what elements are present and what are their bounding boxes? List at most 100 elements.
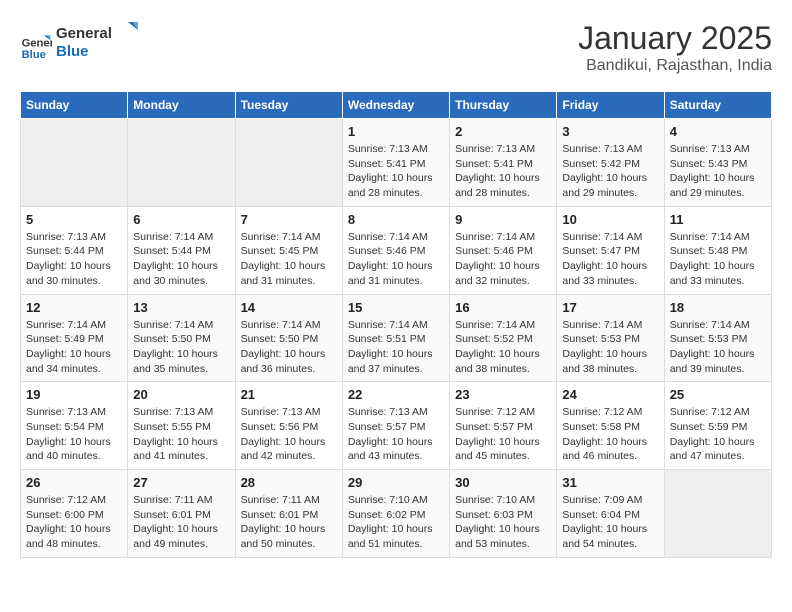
day-info: Sunrise: 7:13 AMSunset: 5:41 PMDaylight:…: [455, 142, 551, 201]
day-number: 28: [241, 475, 337, 490]
calendar-cell: [21, 119, 128, 207]
calendar-cell: 12 Sunrise: 7:14 AMSunset: 5:49 PMDayligh…: [21, 294, 128, 382]
day-info: Sunrise: 7:12 AMSunset: 5:57 PMDaylight:…: [455, 405, 551, 464]
logo: General Blue General Blue: [20, 20, 146, 69]
weekday-header-tuesday: Tuesday: [235, 92, 342, 119]
week-row-3: 12 Sunrise: 7:14 AMSunset: 5:49 PMDayligh…: [21, 294, 772, 382]
day-number: 26: [26, 475, 122, 490]
calendar-cell: 21Sunrise: 7:13 AMSunset: 5:56 PMDayligh…: [235, 382, 342, 470]
day-info: Sunrise: 7:12 AMSunset: 5:59 PMDaylight:…: [670, 405, 766, 464]
calendar-cell: 6 Sunrise: 7:14 AMSunset: 5:44 PMDaylight…: [128, 206, 235, 294]
day-number: 5: [26, 212, 122, 227]
day-info: Sunrise: 7:14 AMSunset: 5:50 PMDaylight:…: [241, 318, 337, 377]
calendar-cell: 1Sunrise: 7:13 AMSunset: 5:41 PMDaylight…: [342, 119, 449, 207]
day-info: Sunrise: 7:10 AMSunset: 6:02 PMDaylight:…: [348, 493, 444, 552]
day-info: Sunrise: 7:12 AMSunset: 6:00 PMDaylight:…: [26, 493, 122, 552]
day-info: Sunrise: 7:13 AMSunset: 5:43 PMDaylight:…: [670, 142, 766, 201]
calendar-cell: 23 Sunrise: 7:12 AMSunset: 5:57 PMDayligh…: [450, 382, 557, 470]
calendar-cell: 24 Sunrise: 7:12 AMSunset: 5:58 PMDayligh…: [557, 382, 664, 470]
day-number: 19: [26, 387, 122, 402]
day-number: 9: [455, 212, 551, 227]
day-info: Sunrise: 7:14 AMSunset: 5:49 PMDaylight:…: [26, 318, 122, 377]
calendar-table: SundayMondayTuesdayWednesdayThursdayFrid…: [20, 91, 772, 558]
day-info: Sunrise: 7:13 AMSunset: 5:55 PMDaylight:…: [133, 405, 229, 464]
calendar-cell: [664, 470, 771, 558]
day-number: 29: [348, 475, 444, 490]
day-number: 7: [241, 212, 337, 227]
day-number: 27: [133, 475, 229, 490]
day-number: 23: [455, 387, 551, 402]
calendar-cell: 22 Sunrise: 7:13 AMSunset: 5:57 PMDayligh…: [342, 382, 449, 470]
calendar-cell: 16 Sunrise: 7:14 AMSunset: 5:52 PMDayligh…: [450, 294, 557, 382]
day-number: 13: [133, 300, 229, 315]
day-number: 10: [562, 212, 658, 227]
day-info: Sunrise: 7:13 AMSunset: 5:57 PMDaylight:…: [348, 405, 444, 464]
day-info: Sunrise: 7:11 AMSunset: 6:01 PMDaylight:…: [241, 493, 337, 552]
day-info: Sunrise: 7:14 AMSunset: 5:53 PMDaylight:…: [562, 318, 658, 377]
day-number: 22: [348, 387, 444, 402]
calendar-cell: 26 Sunrise: 7:12 AMSunset: 6:00 PMDayligh…: [21, 470, 128, 558]
calendar-subtitle: Bandikui, Rajasthan, India: [578, 57, 772, 75]
day-number: 17: [562, 300, 658, 315]
day-number: 18: [670, 300, 766, 315]
calendar-cell: 30 Sunrise: 7:10 AMSunset: 6:03 PMDayligh…: [450, 470, 557, 558]
day-number: 2: [455, 124, 551, 139]
calendar-cell: 3Sunrise: 7:13 AMSunset: 5:42 PMDaylight…: [557, 119, 664, 207]
day-number: 6: [133, 212, 229, 227]
day-number: 8: [348, 212, 444, 227]
day-number: 16: [455, 300, 551, 315]
calendar-cell: 11Sunrise: 7:14 AMSunset: 5:48 PMDayligh…: [664, 206, 771, 294]
weekday-header-saturday: Saturday: [664, 92, 771, 119]
calendar-cell: 7 Sunrise: 7:14 AMSunset: 5:45 PMDaylight…: [235, 206, 342, 294]
calendar-cell: 29 Sunrise: 7:10 AMSunset: 6:02 PMDayligh…: [342, 470, 449, 558]
day-info: Sunrise: 7:14 AMSunset: 5:48 PMDaylight:…: [670, 230, 766, 289]
day-number: 30: [455, 475, 551, 490]
calendar-cell: 18Sunrise: 7:14 AMSunset: 5:53 PMDayligh…: [664, 294, 771, 382]
day-info: Sunrise: 7:11 AMSunset: 6:01 PMDaylight:…: [133, 493, 229, 552]
weekday-header-row: SundayMondayTuesdayWednesdayThursdayFrid…: [21, 92, 772, 119]
calendar-cell: 27 Sunrise: 7:11 AMSunset: 6:01 PMDayligh…: [128, 470, 235, 558]
calendar-cell: 15Sunrise: 7:14 AMSunset: 5:51 PMDayligh…: [342, 294, 449, 382]
day-number: 3: [562, 124, 658, 139]
day-info: Sunrise: 7:14 AMSunset: 5:47 PMDaylight:…: [562, 230, 658, 289]
svg-text:Blue: Blue: [22, 48, 46, 60]
svg-text:General: General: [22, 37, 52, 49]
day-info: Sunrise: 7:13 AMSunset: 5:44 PMDaylight:…: [26, 230, 122, 289]
calendar-cell: 2 Sunrise: 7:13 AMSunset: 5:41 PMDaylight…: [450, 119, 557, 207]
weekday-header-wednesday: Wednesday: [342, 92, 449, 119]
day-info: Sunrise: 7:14 AMSunset: 5:46 PMDaylight:…: [455, 230, 551, 289]
weekday-header-thursday: Thursday: [450, 92, 557, 119]
day-info: Sunrise: 7:14 AMSunset: 5:51 PMDaylight:…: [348, 318, 444, 377]
day-info: Sunrise: 7:14 AMSunset: 5:46 PMDaylight:…: [348, 230, 444, 289]
day-number: 31: [562, 475, 658, 490]
day-info: Sunrise: 7:09 AMSunset: 6:04 PMDaylight:…: [562, 493, 658, 552]
calendar-cell: 17 Sunrise: 7:14 AMSunset: 5:53 PMDayligh…: [557, 294, 664, 382]
calendar-cell: [235, 119, 342, 207]
calendar-cell: 25 Sunrise: 7:12 AMSunset: 5:59 PMDayligh…: [664, 382, 771, 470]
weekday-header-sunday: Sunday: [21, 92, 128, 119]
day-number: 20: [133, 387, 229, 402]
day-number: 24: [562, 387, 658, 402]
day-info: Sunrise: 7:10 AMSunset: 6:03 PMDaylight:…: [455, 493, 551, 552]
calendar-cell: 28 Sunrise: 7:11 AMSunset: 6:01 PMDayligh…: [235, 470, 342, 558]
week-row-2: 5 Sunrise: 7:13 AMSunset: 5:44 PMDaylight…: [21, 206, 772, 294]
calendar-cell: 5 Sunrise: 7:13 AMSunset: 5:44 PMDaylight…: [21, 206, 128, 294]
day-info: Sunrise: 7:14 AMSunset: 5:50 PMDaylight:…: [133, 318, 229, 377]
calendar-cell: 8 Sunrise: 7:14 AMSunset: 5:46 PMDaylight…: [342, 206, 449, 294]
day-info: Sunrise: 7:14 AMSunset: 5:44 PMDaylight:…: [133, 230, 229, 289]
calendar-cell: 19Sunrise: 7:13 AMSunset: 5:54 PMDayligh…: [21, 382, 128, 470]
calendar-cell: 20 Sunrise: 7:13 AMSunset: 5:55 PMDayligh…: [128, 382, 235, 470]
day-info: Sunrise: 7:14 AMSunset: 5:45 PMDaylight:…: [241, 230, 337, 289]
day-info: Sunrise: 7:12 AMSunset: 5:58 PMDaylight:…: [562, 405, 658, 464]
calendar-cell: 31 Sunrise: 7:09 AMSunset: 6:04 PMDayligh…: [557, 470, 664, 558]
calendar-cell: 10 Sunrise: 7:14 AMSunset: 5:47 PMDayligh…: [557, 206, 664, 294]
calendar-title: January 2025: [578, 20, 772, 57]
day-number: 25: [670, 387, 766, 402]
week-row-4: 19Sunrise: 7:13 AMSunset: 5:54 PMDayligh…: [21, 382, 772, 470]
weekday-header-friday: Friday: [557, 92, 664, 119]
logo-icon: General Blue: [20, 29, 52, 61]
day-info: Sunrise: 7:14 AMSunset: 5:52 PMDaylight:…: [455, 318, 551, 377]
calendar-cell: 14Sunrise: 7:14 AMSunset: 5:50 PMDayligh…: [235, 294, 342, 382]
week-row-5: 26 Sunrise: 7:12 AMSunset: 6:00 PMDayligh…: [21, 470, 772, 558]
day-number: 12: [26, 300, 122, 315]
